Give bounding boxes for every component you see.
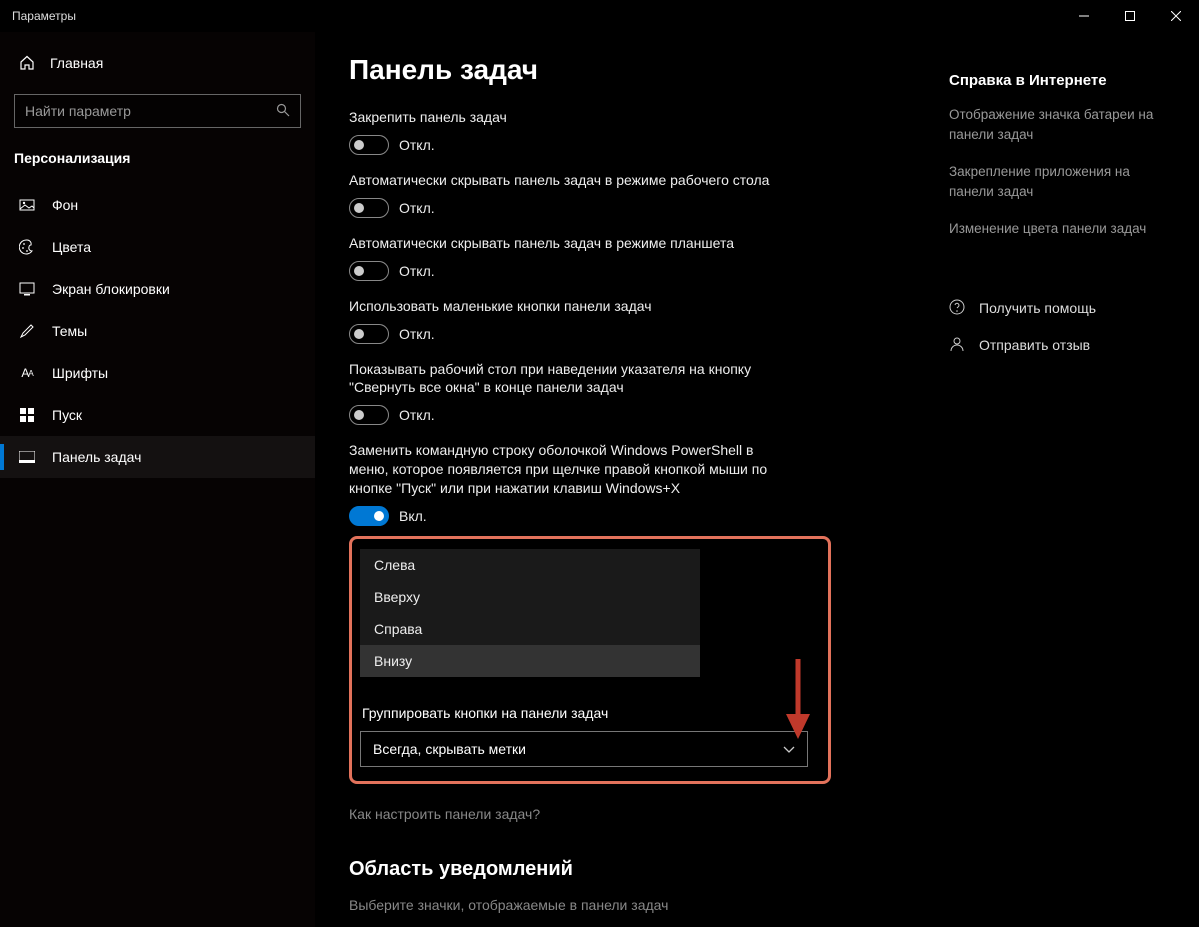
font-icon: AA xyxy=(18,364,36,382)
annotation-highlight: Слева Вверху Справа Внизу Группировать к… xyxy=(349,536,831,784)
start-icon xyxy=(18,406,36,424)
get-help-label: Получить помощь xyxy=(979,300,1096,316)
nav-fonts[interactable]: AA Шрифты xyxy=(0,352,315,394)
feedback-icon xyxy=(949,336,965,355)
toggle-small-buttons[interactable] xyxy=(349,324,389,344)
setting-peek-desktop: Показывать рабочий стол при наведении ук… xyxy=(349,360,909,426)
nav-label: Темы xyxy=(52,323,87,339)
setting-label: Автоматически скрывать панель задач в ре… xyxy=(349,234,779,253)
palette-icon xyxy=(18,238,36,256)
setting-autohide-desktop: Автоматически скрывать панель задач в ре… xyxy=(349,171,909,218)
option-bottom[interactable]: Внизу xyxy=(360,645,700,677)
toggle-state: Откл. xyxy=(399,263,435,279)
toggle-lock[interactable] xyxy=(349,135,389,155)
toggle-powershell[interactable] xyxy=(349,506,389,526)
lockscreen-icon xyxy=(18,280,36,298)
taskbar-position-dropdown-open: Слева Вверху Справа Внизу xyxy=(360,549,700,677)
option-left[interactable]: Слева xyxy=(360,549,700,581)
brush-icon xyxy=(18,322,36,340)
nav-taskbar[interactable]: Панель задач xyxy=(0,436,315,478)
titlebar: Параметры xyxy=(0,0,1199,32)
sidebar: Главная Найти параметр Персонализация Фо… xyxy=(0,32,315,927)
option-top[interactable]: Вверху xyxy=(360,581,700,613)
minimize-button[interactable] xyxy=(1061,0,1107,32)
window-controls xyxy=(1061,0,1199,32)
nav-colors[interactable]: Цвета xyxy=(0,226,315,268)
nav-label: Панель задач xyxy=(52,449,141,465)
setting-label: Показывать рабочий стол при наведении ук… xyxy=(349,360,779,398)
nav-label: Шрифты xyxy=(52,365,108,381)
nav-label: Пуск xyxy=(52,407,82,423)
nav-label: Экран блокировки xyxy=(52,281,170,297)
nav-start[interactable]: Пуск xyxy=(0,394,315,436)
group-buttons-select[interactable]: Всегда, скрывать метки xyxy=(360,731,808,767)
feedback-link[interactable]: Отправить отзыв xyxy=(949,336,1161,355)
setting-label: Автоматически скрывать панель задач в ре… xyxy=(349,171,779,190)
toggle-autohide-desktop[interactable] xyxy=(349,198,389,218)
content: Панель задач Закрепить панель задач Откл… xyxy=(349,54,909,927)
nav-label: Фон xyxy=(52,197,78,213)
home-label: Главная xyxy=(50,55,103,71)
aside-link-pin[interactable]: Закрепление приложения на панели задач xyxy=(949,162,1161,201)
toggle-state: Откл. xyxy=(399,200,435,216)
setting-label: Использовать маленькие кнопки панели зад… xyxy=(349,297,779,316)
search-input[interactable]: Найти параметр xyxy=(14,94,301,128)
option-right[interactable]: Справа xyxy=(360,613,700,645)
setting-lock-taskbar: Закрепить панель задач Откл. xyxy=(349,108,909,155)
setting-autohide-tablet: Автоматически скрывать панель задач в ре… xyxy=(349,234,909,281)
aside-link-color[interactable]: Изменение цвета панели задач xyxy=(949,219,1161,239)
toggle-autohide-tablet[interactable] xyxy=(349,261,389,281)
annotation-arrow-icon xyxy=(778,659,818,749)
choose-icons-link[interactable]: Выберите значки, отображаемые в панели з… xyxy=(349,897,909,913)
search-placeholder: Найти параметр xyxy=(25,103,131,119)
search-icon xyxy=(276,103,290,120)
notification-area-heading: Область уведомлений xyxy=(349,858,909,881)
toggle-peek[interactable] xyxy=(349,405,389,425)
setting-label: Заменить командную строку оболочкой Wind… xyxy=(349,441,779,498)
help-taskbar-link[interactable]: Как настроить панели задач? xyxy=(349,806,909,822)
picture-icon xyxy=(18,196,36,214)
select-value: Всегда, скрывать метки xyxy=(373,741,526,757)
aside: Справка в Интернете Отображение значка б… xyxy=(949,54,1161,927)
toggle-state: Вкл. xyxy=(399,508,427,524)
get-help-link[interactable]: Получить помощь xyxy=(949,299,1161,318)
setting-label: Закрепить панель задач xyxy=(349,108,779,127)
feedback-label: Отправить отзыв xyxy=(979,337,1090,353)
section-label: Персонализация xyxy=(0,140,315,184)
nav-label: Цвета xyxy=(52,239,91,255)
group-buttons-label: Группировать кнопки на панели задач xyxy=(362,705,820,721)
close-button[interactable] xyxy=(1153,0,1199,32)
nav-lockscreen[interactable]: Экран блокировки xyxy=(0,268,315,310)
help-icon xyxy=(949,299,965,318)
toggle-state: Откл. xyxy=(399,326,435,342)
aside-heading: Справка в Интернете xyxy=(949,72,1161,89)
window-title: Параметры xyxy=(12,9,76,23)
toggle-state: Откл. xyxy=(399,137,435,153)
nav-themes[interactable]: Темы xyxy=(0,310,315,352)
maximize-button[interactable] xyxy=(1107,0,1153,32)
nav-background[interactable]: Фон xyxy=(0,184,315,226)
home-nav[interactable]: Главная xyxy=(0,42,315,84)
aside-link-battery[interactable]: Отображение значка батареи на панели зад… xyxy=(949,105,1161,144)
home-icon xyxy=(18,54,36,72)
taskbar-icon xyxy=(18,448,36,466)
page-title: Панель задач xyxy=(349,54,909,86)
setting-small-buttons: Использовать маленькие кнопки панели зад… xyxy=(349,297,909,344)
toggle-state: Откл. xyxy=(399,407,435,423)
setting-powershell: Заменить командную строку оболочкой Wind… xyxy=(349,441,909,526)
